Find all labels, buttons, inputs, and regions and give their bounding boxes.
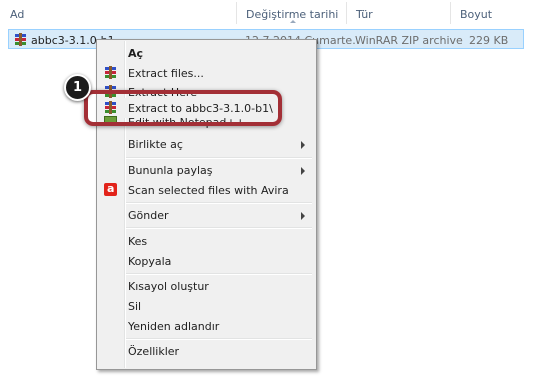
submenu-arrow-icon — [301, 167, 305, 175]
highlight-box — [84, 90, 282, 126]
menu-item-label: Gönder — [128, 209, 169, 222]
menu-item-extract-files[interactable]: Extract files... — [99, 63, 314, 83]
menu-item-rename[interactable]: Yeniden adlandır — [99, 316, 314, 336]
column-divider[interactable] — [450, 2, 451, 24]
menu-separator — [126, 273, 312, 275]
menu-item-label: Sil — [128, 300, 142, 313]
menu-item-label: Kopyala — [128, 255, 172, 268]
menu-item-label: Yeniden adlandır — [128, 320, 220, 333]
column-size[interactable]: Boyut — [460, 8, 492, 21]
context-menu: Aç Extract files... Extract Here Extract… — [96, 39, 317, 370]
menu-separator — [126, 157, 312, 159]
menu-item-label: Birlikte aç — [128, 138, 183, 151]
menu-separator — [126, 338, 312, 340]
menu-item-label: Bununla paylaş — [128, 164, 213, 177]
winrar-archive-icon — [14, 33, 27, 46]
menu-item-label: Özellikler — [128, 345, 180, 358]
menu-item-properties[interactable]: Özellikler — [99, 341, 314, 361]
column-divider[interactable] — [346, 2, 347, 24]
menu-item-label: Aç — [128, 47, 144, 60]
menu-item-copy[interactable]: Kopyala — [99, 251, 314, 271]
menu-item-label: Kısayol oluştur — [128, 280, 209, 293]
menu-item-label: Extract files... — [128, 67, 204, 80]
winrar-icon — [104, 66, 117, 79]
avira-icon — [104, 182, 117, 196]
menu-item-open[interactable]: Aç — [99, 43, 314, 63]
sort-indicator-icon — [290, 20, 296, 23]
column-divider[interactable] — [236, 2, 237, 24]
menu-separator — [126, 202, 312, 204]
column-header: Ad Değiştirme tarihi Tür Boyut — [0, 0, 560, 24]
step-badge: 1 — [64, 74, 91, 101]
column-type[interactable]: Tür — [356, 8, 373, 21]
menu-item-label: Kes — [128, 235, 148, 248]
file-type: WinRAR ZIP archive — [355, 34, 463, 47]
menu-item-delete[interactable]: Sil — [99, 296, 314, 316]
menu-item-share-with[interactable]: Bununla paylaş — [99, 160, 314, 180]
file-size: 229 KB — [469, 34, 509, 47]
menu-item-send-to[interactable]: Gönder — [99, 205, 314, 225]
submenu-arrow-icon — [301, 212, 305, 220]
submenu-arrow-icon — [301, 141, 305, 149]
menu-item-create-shortcut[interactable]: Kısayol oluştur — [99, 276, 314, 296]
menu-separator — [126, 227, 312, 229]
menu-item-scan-avira[interactable]: Scan selected files with Avira — [99, 180, 314, 200]
column-name[interactable]: Ad — [10, 8, 24, 21]
menu-item-label: Scan selected files with Avira — [128, 184, 289, 197]
menu-item-open-with[interactable]: Birlikte aç — [99, 134, 314, 154]
menu-item-cut[interactable]: Kes — [99, 231, 314, 251]
